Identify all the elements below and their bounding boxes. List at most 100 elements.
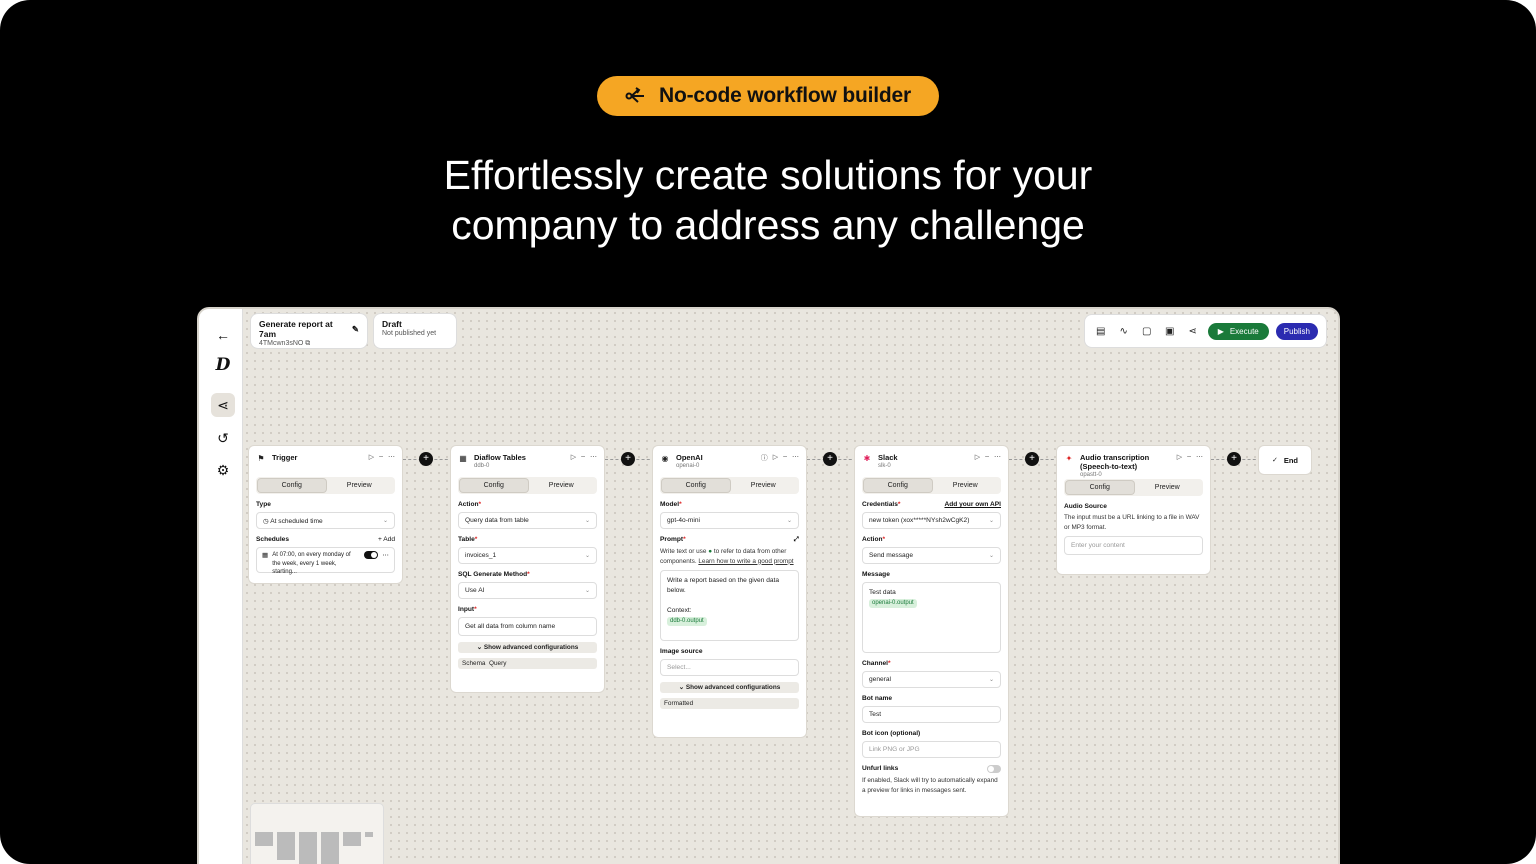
add-schedule-button[interactable]: + Add bbox=[378, 536, 395, 543]
audio-transcription-node[interactable]: ✦ Audio transcription (Speech-to-text) opa… bbox=[1057, 446, 1210, 574]
table-select[interactable]: invoices_1 ⌄ bbox=[458, 547, 597, 564]
minimap-node bbox=[321, 832, 339, 864]
field-label: Bot name bbox=[862, 695, 893, 702]
variable-tag[interactable]: ddb-0.output bbox=[667, 617, 707, 626]
node-title: Audio transcription (Speech-to-text) bbox=[1080, 453, 1150, 471]
tab-config[interactable]: Config bbox=[460, 479, 528, 492]
tab-config[interactable]: Config bbox=[662, 479, 730, 492]
run-icon[interactable]: ▷ bbox=[975, 453, 980, 461]
tab-config[interactable]: Config bbox=[864, 479, 932, 492]
execute-button[interactable]: ▶ Execute bbox=[1207, 322, 1269, 340]
model-select[interactable]: gpt-4o-mini ⌄ bbox=[660, 512, 799, 529]
more-icon[interactable]: ⋯ bbox=[382, 551, 389, 561]
type-select[interactable]: ◷ At scheduled time ⌄ bbox=[256, 512, 395, 529]
expand-icon[interactable]: ⤢ bbox=[794, 536, 799, 544]
more-icon[interactable]: ⋯ bbox=[994, 453, 1001, 461]
tab-preview[interactable]: Preview bbox=[528, 479, 596, 492]
minimize-icon[interactable]: – bbox=[985, 453, 989, 461]
audio-icon: ✦ bbox=[1065, 453, 1073, 463]
document-icon[interactable]: ▢ bbox=[1139, 323, 1155, 339]
headline-line-2: company to address any challenge bbox=[451, 202, 1085, 248]
node-tabs: Config Preview bbox=[1064, 479, 1203, 496]
more-icon[interactable]: ⋯ bbox=[792, 453, 799, 463]
settings-icon[interactable]: ⚙ bbox=[211, 458, 235, 482]
add-api-link[interactable]: Add your own API bbox=[944, 501, 1001, 508]
prompt-textarea[interactable]: Write a report based on the given data b… bbox=[660, 570, 799, 641]
minimize-icon[interactable]: – bbox=[783, 453, 787, 463]
field-label: Credentials bbox=[862, 501, 898, 508]
schema-query-strip[interactable]: Schema Query bbox=[458, 658, 597, 669]
node-title: End bbox=[1283, 455, 1299, 465]
variable-tag[interactable]: openai-0.output bbox=[869, 599, 917, 608]
action-select[interactable]: Send message ⌄ bbox=[862, 547, 1001, 564]
add-step-button[interactable]: + bbox=[823, 452, 837, 466]
more-icon[interactable]: ⋯ bbox=[388, 453, 395, 461]
minimize-icon[interactable]: – bbox=[379, 453, 383, 461]
history-icon[interactable]: ↺ bbox=[211, 426, 235, 450]
diaflow-tables-node[interactable]: ▦ Diaflow Tables ddb-0 ▷ – ⋯ Config Preview … bbox=[451, 446, 604, 692]
schedule-item[interactable]: ▦ At 07:00, on every monday of the week,… bbox=[256, 547, 395, 575]
save-icon[interactable]: ▣ bbox=[1162, 323, 1178, 339]
bot-name-input[interactable]: Test bbox=[862, 706, 1001, 723]
prompt-guide-link[interactable]: Learn how to write a good prompt bbox=[698, 558, 793, 565]
add-step-button[interactable]: + bbox=[1227, 452, 1241, 466]
minimap-node bbox=[255, 832, 273, 846]
unfurl-toggle[interactable] bbox=[987, 765, 1001, 773]
workflow-name-card[interactable]: Generate report at 7am ✎ 4TMcwn3sNO ⧉ bbox=[251, 314, 367, 348]
activity-icon[interactable]: ∿ bbox=[1116, 323, 1132, 339]
end-node[interactable]: ✓ End bbox=[1259, 446, 1311, 474]
add-step-button[interactable]: + bbox=[419, 452, 433, 466]
run-icon[interactable]: ▷ bbox=[1177, 453, 1182, 461]
image-source-select[interactable]: Select... bbox=[660, 659, 799, 676]
tab-config[interactable]: Config bbox=[1066, 481, 1134, 494]
slack-node[interactable]: ✱ Slack slk-0 ▷ – ⋯ Config Preview Credentia… bbox=[855, 446, 1008, 816]
tab-preview[interactable]: Preview bbox=[932, 479, 1000, 492]
audio-source-input[interactable]: Enter your content bbox=[1064, 536, 1203, 555]
check-icon: ✓ bbox=[1271, 457, 1278, 464]
input-textarea[interactable]: Get all data from column name bbox=[458, 617, 597, 636]
tab-config[interactable]: Config bbox=[258, 479, 326, 492]
workflow-nav-icon[interactable]: ⋖ bbox=[211, 393, 235, 417]
message-textarea[interactable]: Test data openai-0.output bbox=[862, 582, 1001, 653]
publish-button[interactable]: Publish bbox=[1275, 322, 1318, 340]
action-select[interactable]: Query data from table ⌄ bbox=[458, 512, 597, 529]
node-id: opastt-0 bbox=[1080, 472, 1102, 478]
tab-preview[interactable]: Preview bbox=[730, 479, 798, 492]
minimap[interactable] bbox=[251, 804, 383, 864]
workflow-name: Generate report at 7am bbox=[259, 319, 333, 339]
trigger-node[interactable]: ⚑ Trigger ▷ – ⋯ Config Preview Type ◷ At sc… bbox=[249, 446, 402, 583]
advanced-config-toggle[interactable]: ⌄ Show advanced configurations bbox=[458, 642, 597, 653]
run-icon[interactable]: ▷ bbox=[773, 453, 778, 463]
more-icon[interactable]: ⋯ bbox=[1196, 453, 1203, 461]
field-label: Message bbox=[862, 571, 890, 578]
slack-icon: ✱ bbox=[863, 453, 871, 463]
tab-preview[interactable]: Preview bbox=[326, 479, 394, 492]
formatted-strip[interactable]: Formatted bbox=[660, 698, 799, 709]
status-card[interactable]: Draft Not published yet bbox=[374, 314, 456, 348]
openai-node[interactable]: ◉ OpenAI openai-0 ⓘ ▷ – ⋯ Config Preview Mode… bbox=[653, 446, 806, 737]
run-icon[interactable]: ▷ bbox=[369, 453, 374, 461]
field-label: Bot icon (optional) bbox=[862, 730, 921, 737]
sql-method-select[interactable]: Use AI ⌄ bbox=[458, 582, 597, 599]
bot-icon-input[interactable]: Link PNG or JPG bbox=[862, 741, 1001, 758]
info-icon[interactable]: ⓘ bbox=[761, 453, 768, 463]
minimize-icon[interactable]: – bbox=[581, 453, 585, 461]
copy-icon[interactable]: ⧉ bbox=[305, 340, 310, 347]
notes-icon[interactable]: ▤ bbox=[1093, 323, 1109, 339]
credentials-select[interactable]: new token (xox*****NYsh2wCgK2) ⌄ bbox=[862, 512, 1001, 529]
minimize-icon[interactable]: – bbox=[1187, 453, 1191, 461]
pill-label: No-code workflow builder bbox=[659, 84, 911, 107]
edit-pencil-icon[interactable]: ✎ bbox=[352, 324, 359, 335]
more-icon[interactable]: ⋯ bbox=[590, 453, 597, 461]
share-icon[interactable]: ⋖ bbox=[1185, 323, 1201, 339]
node-tabs: Config Preview bbox=[862, 477, 1001, 494]
schedule-toggle[interactable] bbox=[364, 551, 379, 559]
channel-select[interactable]: general ⌄ bbox=[862, 671, 1001, 688]
back-arrow-icon[interactable]: ← bbox=[211, 323, 235, 347]
field-label: Audio Source bbox=[1064, 503, 1107, 510]
add-step-button[interactable]: + bbox=[1025, 452, 1039, 466]
add-step-button[interactable]: + bbox=[621, 452, 635, 466]
advanced-config-toggle[interactable]: ⌄ Show advanced configurations bbox=[660, 682, 799, 693]
run-icon[interactable]: ▷ bbox=[571, 453, 576, 461]
tab-preview[interactable]: Preview bbox=[1134, 481, 1202, 494]
